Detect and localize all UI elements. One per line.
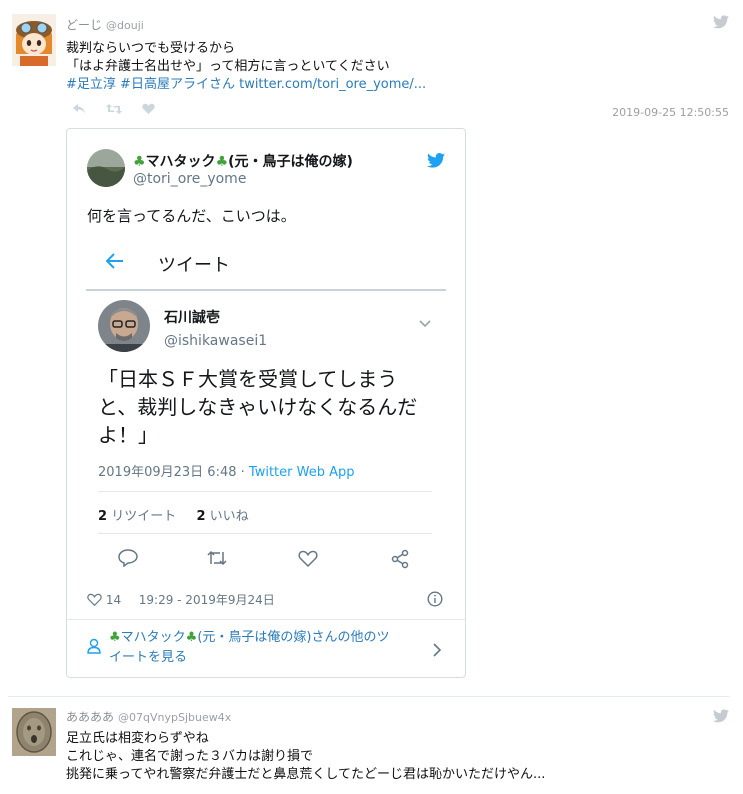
avatar[interactable] — [12, 14, 56, 66]
footer-text-a: (元・鳥子は俺の嫁)さんの他のツ — [197, 630, 390, 645]
clover-icon: ♣ — [109, 630, 121, 645]
back-arrow-icon — [105, 253, 124, 273]
display-name[interactable]: どーじ — [66, 18, 102, 32]
twitter-bird-icon[interactable] — [427, 153, 445, 172]
like-count: 2 — [196, 509, 206, 524]
reply-tweet: ああああ @07qVnypSjbuew4x 足立氏は相変わらずやね これじゃ、連名… — [0, 700, 743, 794]
clover-icon: ♣ — [185, 630, 198, 645]
top-tweet: どーじ @douji 裁判ならいつでも受けるから 「はよ弁護士名出せや」って相方に… — [0, 0, 743, 120]
reply-icon[interactable] — [72, 100, 86, 119]
screenshot-meta: 2019年09月23日 6:48 · Twitter Web App — [98, 465, 355, 480]
embed-handle[interactable]: @tori_ore_yome — [133, 171, 246, 187]
reply-line-3: 挑発に乗ってやれ警察だ弁護士だと鼻息荒くしてたどーじ君は恥かいただけやん... — [66, 767, 546, 782]
footer-text-b: イートを見る — [109, 650, 188, 665]
embed-meta: 14 19:29 - 2019年9月24日 — [87, 591, 275, 610]
display-name-row: どーじ @douji — [66, 16, 144, 33]
more-tweets-text: ♣マハタック♣(元・鳥子は俺の嫁)さんの他のツ イートを見る — [109, 628, 425, 668]
tweet-line-1: 裁判ならいつでも受けるから — [66, 41, 236, 56]
embed-avatar[interactable] — [87, 149, 125, 187]
screenshot-header: ツイート — [158, 255, 230, 276]
share-icon — [390, 549, 410, 573]
like-label: いいね — [209, 509, 249, 524]
clover-icon: ♣ — [215, 154, 229, 170]
rt-label: リツイート — [111, 509, 177, 524]
screenshot-author-name: 石川誠壱 — [164, 310, 220, 326]
divider — [98, 491, 432, 492]
handle[interactable]: @douji — [106, 19, 144, 32]
reply-line-2: これじゃ、連名で謝った３バカは謝り損で — [66, 749, 314, 764]
tweet-line-2: 「はよ弁護士名出せや」って相方に言っといてください — [66, 59, 390, 74]
twitter-bird-icon[interactable] — [713, 14, 729, 33]
heart-icon[interactable] — [87, 593, 102, 610]
more-tweets-link[interactable]: ♣マハタック♣(元・鳥子は俺の嫁)さんの他のツ イートを見る — [67, 620, 465, 676]
url-link[interactable]: twitter.com/tori_ore_yome/... — [239, 77, 426, 92]
footer-name: マハタック — [120, 630, 186, 645]
heart-icon — [298, 550, 318, 572]
screenshot-date: 2019年09月23日 6:48 — [98, 465, 237, 480]
reply-line-1: 足立氏は相変わらずやね — [66, 731, 209, 746]
embed-text: 何を言ってるんだ、こいつは。 — [87, 207, 296, 225]
rt-count: 2 — [98, 509, 108, 524]
embed-display-name[interactable]: ♣マハタック♣(元・鳥子は俺の嫁) — [133, 151, 353, 171]
divider — [98, 533, 432, 534]
embedded-tweet-card[interactable]: ♣マハタック♣(元・鳥子は俺の嫁) @tori_ore_yome 何を言ってるん… — [66, 128, 466, 678]
like-icon[interactable] — [142, 100, 155, 119]
divider — [86, 289, 446, 291]
retweet-icon[interactable] — [106, 100, 122, 119]
screenshot-source: Twitter Web App — [248, 465, 355, 480]
embed-datetime[interactable]: 19:29 - 2019年9月24日 — [139, 593, 275, 607]
chevron-down-icon — [419, 313, 431, 332]
tweet-text: 裁判ならいつでも受けるから 「はよ弁護士名出せや」って相方に言っといてください … — [66, 40, 706, 94]
hashtag-link[interactable]: #日高屋アライさん — [120, 77, 235, 92]
embed-name-suffix: (元・鳥子は俺の嫁) — [228, 154, 353, 170]
reply-name-row: ああああ @07qVnypSjbuew4x — [66, 708, 231, 725]
screenshot-author-handle: @ishikawasei1 — [164, 333, 268, 349]
info-icon[interactable] — [427, 591, 443, 611]
reply-text: 足立氏は相変わらずやね これじゃ、連名で謝った３バカは謝り損で 挑発に乗ってやれ… — [66, 730, 726, 784]
embed-like-count[interactable]: 14 — [106, 593, 121, 607]
reply-handle[interactable]: @07qVnypSjbuew4x — [118, 711, 231, 724]
person-icon — [87, 638, 101, 658]
screenshot-stats: 2 リツイート 2 いいね — [98, 505, 249, 524]
reply-display-name[interactable]: ああああ — [66, 710, 114, 724]
clover-icon: ♣ — [133, 154, 146, 170]
chevron-right-icon — [433, 642, 442, 661]
tweet-separator — [8, 696, 730, 697]
tweet-line-3: #足立淳 #日高屋アライさん twitter.com/tori_ore_yome… — [66, 76, 706, 94]
embed-screenshot[interactable]: ツイート 石川誠壱 @ishikawasei1 「日本ＳＦ大賞を受賞してしまうと… — [86, 237, 446, 613]
retweet-icon — [206, 550, 228, 570]
reply-avatar[interactable] — [12, 708, 56, 756]
timestamp[interactable]: 2019-09-25 12:50:55 — [612, 106, 729, 119]
screenshot-quote: 「日本ＳＦ大賞を受賞してしまうと、裁判しなきゃいけなくなるんだよ！」 — [98, 367, 418, 447]
screenshot-author-avatar — [98, 300, 150, 352]
tweet-actions — [72, 100, 192, 116]
hashtag-link[interactable]: #足立淳 — [66, 77, 116, 92]
twitter-bird-icon[interactable] — [713, 708, 729, 727]
comment-icon — [118, 549, 138, 571]
